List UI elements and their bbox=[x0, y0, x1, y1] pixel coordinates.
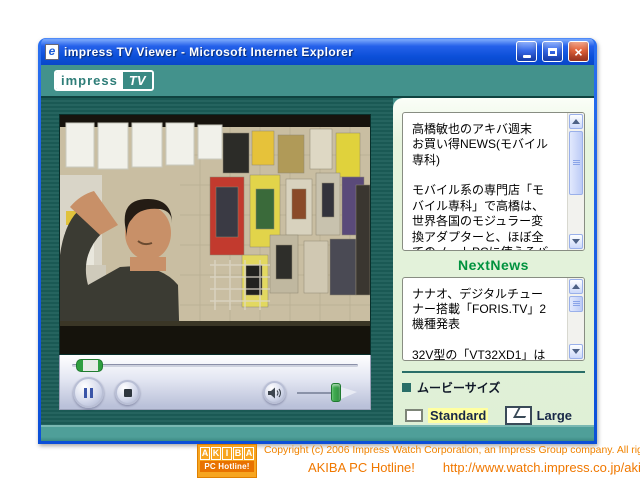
volume-thumb[interactable] bbox=[331, 383, 341, 402]
stop-icon bbox=[124, 389, 132, 397]
title-bar[interactable]: e impress TV Viewer - Microsoft Internet… bbox=[41, 38, 594, 65]
main-area: 高橋敏也のアキバ週末 お買い得NEWS(モバイル 専科) モバイル系の専門店「モ… bbox=[41, 98, 594, 425]
site-url-link[interactable]: http://www.watch.impress.co.jp/akiba/ bbox=[443, 460, 640, 475]
logo-letter: A bbox=[200, 447, 210, 460]
stop-button[interactable] bbox=[115, 380, 140, 405]
site-name-link[interactable]: AKIBA PC Hotline! bbox=[308, 460, 415, 475]
news-panel: 高橋敏也のアキバ週末 お買い得NEWS(モバイル 専科) モバイル系の専門店「モ… bbox=[393, 98, 594, 425]
akiba-logo-letters: A K I B A bbox=[200, 447, 254, 460]
standard-label: Standard bbox=[428, 408, 488, 423]
arrow-up-icon bbox=[572, 280, 580, 289]
impress-tv-logo: impress TV bbox=[54, 70, 154, 91]
movie-size-label: ムービーサイズ bbox=[417, 379, 500, 396]
video-frame bbox=[59, 114, 371, 355]
logo-impress-text: impress bbox=[56, 72, 123, 89]
arrow-up-icon bbox=[572, 115, 580, 124]
akiba-pc-hotline-logo[interactable]: A K I B A PC Hotline! bbox=[197, 444, 257, 478]
pause-icon bbox=[84, 388, 93, 398]
maximize-button[interactable] bbox=[542, 41, 563, 62]
current-news-box: 高橋敏也のアキバ週末 お買い得NEWS(モバイル 専科) モバイル系の専門店「モ… bbox=[402, 112, 585, 251]
movie-size-options: Standard Large bbox=[402, 406, 585, 425]
scroll-up-button[interactable] bbox=[569, 279, 583, 294]
scroll-up-button[interactable] bbox=[569, 114, 583, 129]
grip-icon bbox=[573, 160, 580, 165]
grip-icon bbox=[573, 301, 580, 306]
mute-button[interactable] bbox=[263, 381, 286, 404]
scroll-thumb[interactable] bbox=[569, 131, 583, 195]
logo-letter: I bbox=[222, 447, 232, 460]
scrollbar[interactable] bbox=[567, 113, 584, 250]
minimize-icon bbox=[523, 55, 531, 58]
seek-track[interactable] bbox=[72, 364, 358, 367]
page: e impress TV Viewer - Microsoft Internet… bbox=[0, 0, 640, 480]
window-title: impress TV Viewer - Microsoft Internet E… bbox=[64, 45, 511, 59]
large-label: Large bbox=[537, 408, 572, 423]
scrollbar[interactable] bbox=[567, 278, 584, 360]
scroll-down-button[interactable] bbox=[569, 344, 583, 359]
logo-tv-text: TV bbox=[123, 72, 152, 89]
logo-letter: K bbox=[211, 447, 221, 460]
volume-slider[interactable] bbox=[297, 381, 357, 405]
footer-links-row: AKIBA PC Hotline! http://www.watch.impre… bbox=[264, 460, 640, 475]
scroll-track[interactable] bbox=[569, 295, 583, 343]
copyright-line: Copyright (c) 2006 Impress Watch Corpora… bbox=[264, 444, 640, 457]
next-news-box: ナナオ、デジタルチュー ナー搭載「FORIS.TV」2 機種発表 32V型の「V… bbox=[402, 277, 585, 361]
arrow-down-icon bbox=[572, 349, 580, 358]
speaker-icon bbox=[268, 387, 281, 399]
maximize-icon bbox=[548, 48, 557, 56]
scroll-track[interactable] bbox=[569, 130, 583, 233]
square-bullet-icon bbox=[402, 383, 411, 392]
seek-thumb[interactable] bbox=[76, 359, 103, 372]
scroll-down-button[interactable] bbox=[569, 234, 583, 249]
window-foot-band bbox=[41, 425, 594, 441]
footer-text: Copyright (c) 2006 Impress Watch Corpora… bbox=[264, 444, 640, 478]
video-column bbox=[41, 98, 393, 425]
volume-wedge bbox=[341, 387, 357, 399]
standard-size-icon bbox=[405, 409, 423, 422]
minimize-button[interactable] bbox=[516, 41, 537, 62]
logo-letter: A bbox=[244, 447, 254, 460]
player-control-bar bbox=[59, 355, 371, 410]
close-icon: × bbox=[574, 45, 582, 59]
logo-subtitle: PC Hotline! bbox=[200, 461, 254, 472]
scroll-thumb[interactable] bbox=[569, 296, 583, 312]
window-body: impress TV bbox=[41, 65, 594, 441]
large-size-icon bbox=[505, 406, 532, 425]
size-option-standard[interactable]: Standard bbox=[405, 408, 488, 423]
logo-letter: B bbox=[233, 447, 243, 460]
next-news-text: ナナオ、デジタルチュー ナー搭載「FORIS.TV」2 機種発表 32V型の「V… bbox=[403, 278, 567, 360]
next-news-label: NextNews bbox=[402, 257, 585, 273]
size-option-large[interactable]: Large bbox=[505, 406, 572, 425]
arrow-down-icon bbox=[572, 239, 580, 248]
panel-divider bbox=[402, 371, 585, 373]
pause-button[interactable] bbox=[73, 377, 104, 408]
page-footer: A K I B A PC Hotline! Copyright (c) 2006… bbox=[197, 444, 638, 478]
video-still bbox=[60, 115, 370, 354]
brand-bar: impress TV bbox=[41, 65, 594, 98]
internet-explorer-icon: e bbox=[45, 44, 59, 60]
current-news-text: 高橋敏也のアキバ週末 お買い得NEWS(モバイル 専科) モバイル系の専門店「モ… bbox=[403, 113, 567, 250]
close-button[interactable]: × bbox=[568, 41, 589, 62]
player-buttons-row bbox=[60, 376, 370, 409]
movie-size-heading: ムービーサイズ bbox=[402, 379, 585, 396]
ie-window: e impress TV Viewer - Microsoft Internet… bbox=[38, 38, 597, 444]
seek-bar[interactable] bbox=[60, 355, 370, 376]
